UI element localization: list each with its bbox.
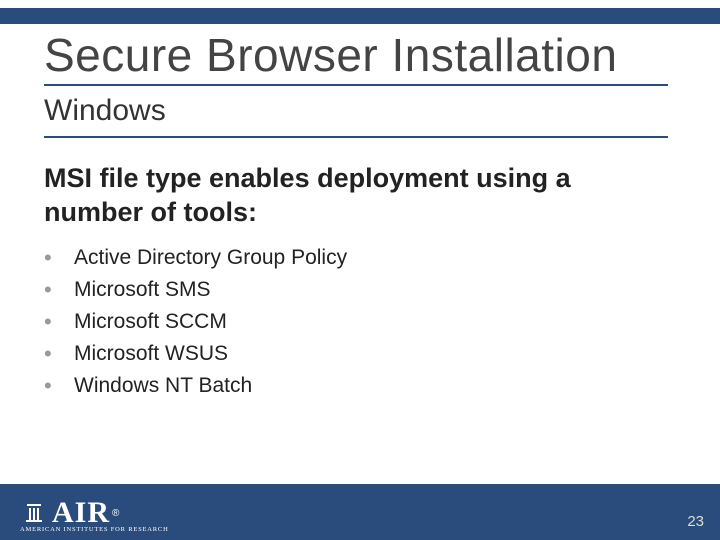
- footer-bar: AIR ® AMERICAN INSTITUTES FOR RESEARCH 2…: [0, 484, 720, 540]
- bullet-icon: •: [44, 372, 74, 400]
- slide-title: Secure Browser Installation: [44, 28, 668, 86]
- logo-subtitle: AMERICAN INSTITUTES FOR RESEARCH: [20, 526, 169, 533]
- bullet-icon: •: [44, 340, 74, 368]
- list-item: • Microsoft SCCM: [44, 308, 668, 336]
- list-item: • Microsoft SMS: [44, 276, 668, 304]
- slide: Secure Browser Installation Windows MSI …: [0, 0, 720, 540]
- air-logo: AIR ®: [20, 496, 119, 530]
- list-item: • Windows NT Batch: [44, 372, 668, 400]
- bullet-list: • Active Directory Group Policy • Micros…: [44, 244, 668, 404]
- bullet-text: Microsoft SMS: [74, 276, 211, 304]
- page-number: 23: [687, 513, 704, 530]
- logo-mark-icon: [20, 499, 48, 527]
- logo-registered: ®: [112, 508, 119, 519]
- top-accent-bar: [0, 8, 720, 24]
- bullet-icon: •: [44, 244, 74, 272]
- bullet-text: Microsoft SCCM: [74, 308, 227, 336]
- bullet-icon: •: [44, 308, 74, 336]
- list-item: • Microsoft WSUS: [44, 340, 668, 368]
- body-heading: MSI file type enables deployment using a…: [44, 162, 668, 230]
- slide-subtitle: Windows: [44, 94, 668, 138]
- bullet-icon: •: [44, 276, 74, 304]
- bullet-text: Active Directory Group Policy: [74, 244, 347, 272]
- bullet-text: Windows NT Batch: [74, 372, 252, 400]
- logo-text: AIR: [52, 496, 110, 530]
- list-item: • Active Directory Group Policy: [44, 244, 668, 272]
- bullet-text: Microsoft WSUS: [74, 340, 228, 368]
